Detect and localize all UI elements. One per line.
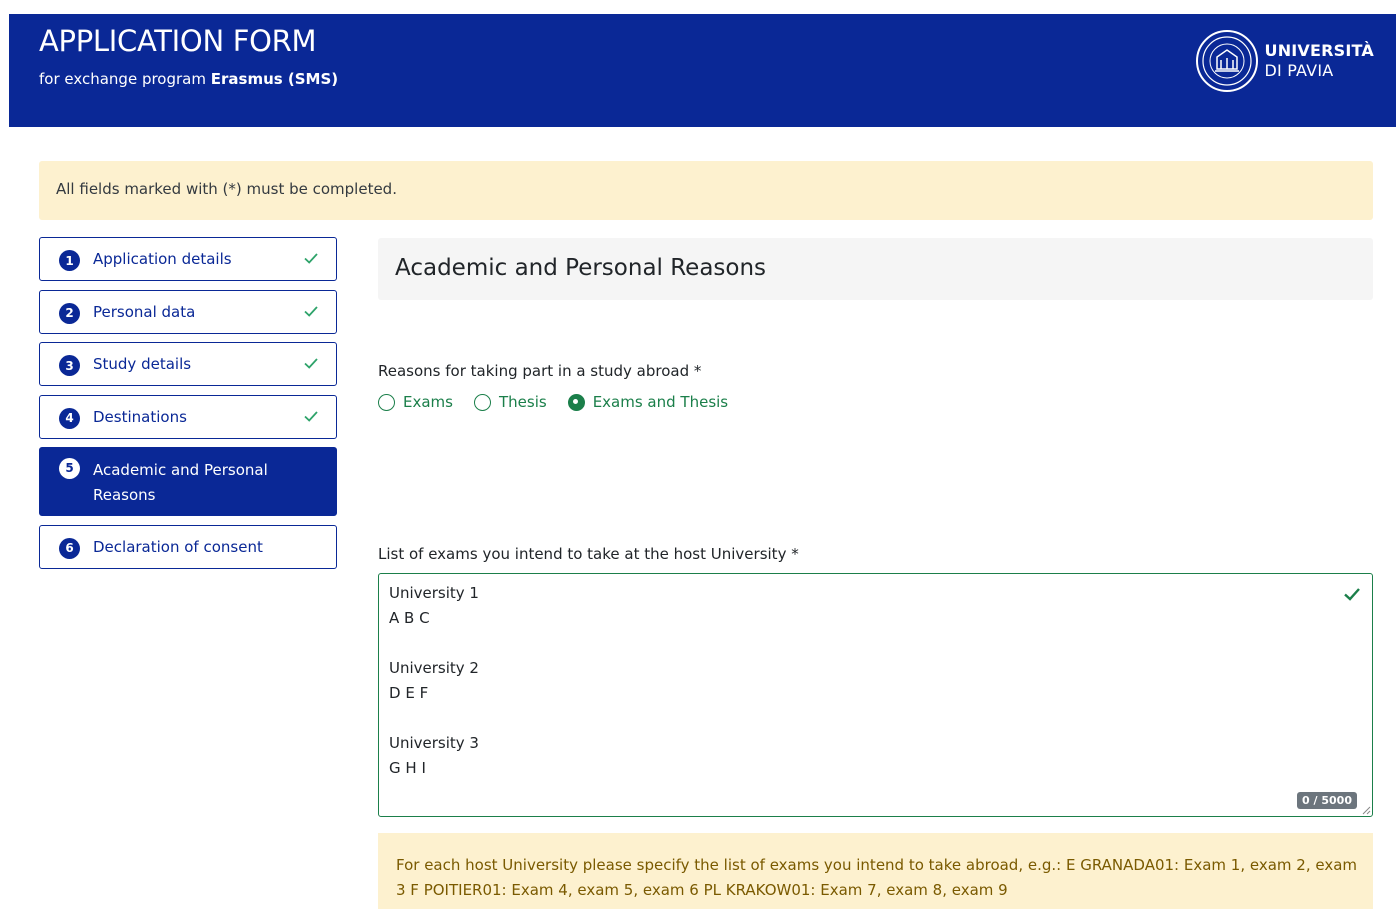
radio-exams-and-thesis[interactable]: Exams and Thesis: [567, 393, 729, 411]
radio-label: Thesis: [498, 393, 547, 411]
section-title: Academic and Personal Reasons: [378, 238, 1373, 300]
radio-thesis[interactable]: Thesis: [473, 393, 547, 411]
page-subtitle: for exchange program Erasmus (SMS): [39, 70, 338, 88]
subtitle-prefix: for exchange program: [39, 70, 211, 88]
step-declaration-of-consent[interactable]: 6 Declaration of consent: [39, 524, 337, 569]
step-personal-data[interactable]: 2 Personal data: [39, 289, 337, 334]
step-academic-reasons[interactable]: 5 Academic and Personal Reasons: [39, 447, 337, 516]
reasons-label: Reasons for taking part in a study abroa…: [378, 362, 702, 380]
notice-text: All fields marked with (*) must be compl…: [56, 180, 397, 198]
step-destinations[interactable]: 4 Destinations: [39, 394, 337, 439]
radio-button[interactable]: [473, 393, 491, 411]
radio-button[interactable]: [567, 393, 585, 411]
step-label: Study details: [93, 355, 192, 373]
logo-line-1: UNIVERSITÀ: [1264, 41, 1374, 60]
step-number: 6: [59, 537, 80, 559]
step-number: 4: [59, 407, 80, 429]
step-label: Destinations: [93, 407, 187, 426]
step-number: 5: [59, 458, 80, 479]
required-fields-notice: All fields marked with (*) must be compl…: [39, 161, 1373, 220]
exams-textarea-value[interactable]: University 1 A B C University 2 D E F Un…: [389, 581, 479, 781]
check-icon: [304, 253, 318, 264]
step-label: Personal data: [93, 302, 196, 321]
hint-text: For each host University please specify …: [396, 856, 1358, 899]
university-name: UNIVERSITÀ DI PAVIA: [1265, 41, 1375, 81]
logo-line-2: DI PAVIA: [1264, 61, 1334, 80]
university-logo[interactable]: UNIVERSITÀ DI PAVIA: [1195, 27, 1375, 95]
reasons-radio-group: Exams Thesis Exams and Thesis: [378, 393, 749, 411]
radio-label: Exams and Thesis: [592, 393, 729, 411]
step-application-details[interactable]: 1 Application details: [39, 237, 337, 281]
step-study-details[interactable]: 3 Study details: [39, 342, 337, 386]
step-label: Declaration of consent: [93, 537, 263, 556]
page-title: APPLICATION FORM: [39, 24, 317, 58]
step-number: 2: [59, 302, 80, 324]
character-counter: 0 / 5000: [1297, 792, 1357, 809]
step-label: Academic and Personal Reasons: [93, 461, 268, 504]
radio-button[interactable]: [378, 393, 395, 411]
check-icon: [304, 358, 318, 369]
step-number: 3: [59, 355, 80, 376]
step-number: 1: [59, 250, 80, 271]
exams-textarea[interactable]: University 1 A B C University 2 D E F Un…: [378, 573, 1373, 817]
check-icon: [304, 410, 318, 422]
university-seal-icon: [1195, 30, 1258, 92]
resize-handle-icon[interactable]: [1361, 805, 1371, 815]
exams-label: List of exams you intend to take at the …: [378, 545, 799, 563]
radio-label: Exams: [403, 393, 453, 411]
radio-exams[interactable]: Exams: [378, 393, 453, 411]
exams-hint: For each host University please specify …: [378, 833, 1373, 909]
program-name: Erasmus (SMS): [210, 70, 339, 88]
valid-check-icon: [1344, 588, 1360, 601]
step-label: Application details: [93, 250, 232, 268]
step-navigation: 1 Application details 2 Personal data 3 …: [39, 237, 337, 577]
check-icon: [304, 305, 318, 317]
page-header: APPLICATION FORM for exchange program Er…: [9, 14, 1396, 127]
